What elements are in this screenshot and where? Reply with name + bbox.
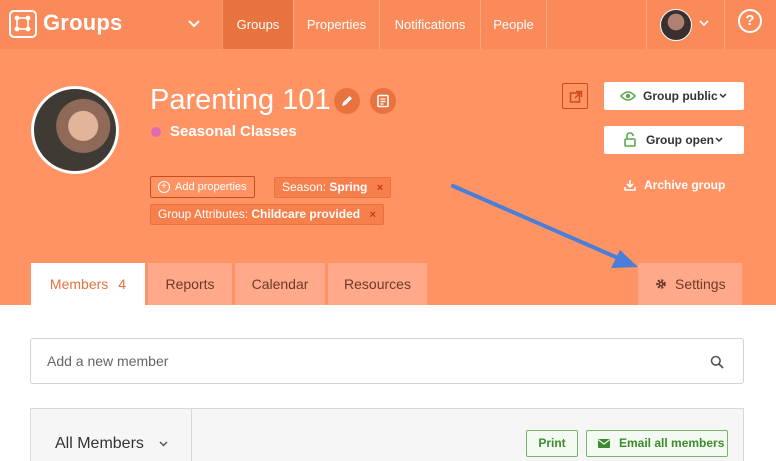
tab-reports[interactable]: Reports bbox=[148, 263, 232, 305]
group-type[interactable]: Seasonal Classes bbox=[170, 123, 297, 140]
tab-members-label: Members bbox=[49, 276, 109, 292]
tag-key: Group Attributes: bbox=[158, 207, 249, 221]
group-open-label: Group open bbox=[646, 133, 714, 147]
chevron-down-icon bbox=[715, 137, 723, 143]
group-public-label: Group public bbox=[643, 89, 718, 103]
tag-value: Childcare provided bbox=[251, 207, 361, 221]
user-avatar[interactable] bbox=[660, 9, 692, 41]
nav-tab-people[interactable]: People bbox=[480, 0, 546, 49]
open-external-button[interactable] bbox=[562, 83, 588, 109]
chevron-down-icon[interactable] bbox=[159, 441, 168, 447]
tab-resources[interactable]: Resources bbox=[328, 263, 427, 305]
campus-color-dot bbox=[151, 127, 161, 137]
groups-logo-icon[interactable] bbox=[9, 10, 37, 38]
property-tag-attributes: Group Attributes: Childcare provided × bbox=[150, 204, 384, 225]
nav-tab-notifications[interactable]: Notifications bbox=[379, 0, 480, 49]
add-properties-label: Add properties bbox=[175, 181, 247, 193]
add-member-search bbox=[30, 338, 744, 384]
help-icon[interactable]: ? bbox=[738, 9, 762, 33]
members-filter-pane: All Members bbox=[31, 409, 192, 461]
tag-key: Season: bbox=[282, 180, 327, 194]
tab-settings[interactable]: Settings bbox=[638, 263, 742, 305]
property-tag-season: Season: Spring × bbox=[274, 177, 392, 198]
note-icon bbox=[377, 94, 389, 108]
chevron-down-icon[interactable] bbox=[698, 17, 710, 29]
app-brand[interactable]: Groups bbox=[43, 10, 122, 36]
archive-group-button[interactable]: Archive group bbox=[624, 178, 725, 192]
members-count-badge: 4 bbox=[118, 276, 127, 292]
envelope-icon bbox=[598, 439, 610, 448]
nav-divider bbox=[646, 0, 647, 49]
tab-members[interactable]: Members 4 bbox=[31, 263, 145, 305]
group-title: Parenting 101 bbox=[150, 84, 331, 116]
remove-tag-icon[interactable]: × bbox=[369, 209, 375, 221]
add-properties-button[interactable]: + Add properties bbox=[150, 176, 255, 198]
chevron-down-icon[interactable] bbox=[186, 16, 202, 32]
unlock-icon bbox=[624, 132, 636, 147]
group-open-dropdown[interactable]: Group open bbox=[604, 126, 744, 154]
plus-circle-icon: + bbox=[158, 181, 170, 193]
nav-tab-properties[interactable]: Properties bbox=[293, 0, 379, 49]
group-public-dropdown[interactable]: Group public bbox=[604, 82, 744, 110]
members-panel: All Members Print Email all members bbox=[30, 408, 744, 461]
add-member-input[interactable] bbox=[47, 351, 687, 371]
external-link-icon bbox=[569, 90, 583, 103]
tab-settings-label: Settings bbox=[675, 276, 726, 292]
pencil-icon bbox=[342, 96, 352, 106]
eye-icon bbox=[620, 91, 636, 101]
notes-button[interactable] bbox=[370, 88, 396, 114]
group-avatar[interactable] bbox=[31, 86, 119, 174]
email-all-members-button[interactable]: Email all members bbox=[586, 430, 728, 457]
remove-tag-icon[interactable]: × bbox=[377, 182, 383, 194]
tag-value: Spring bbox=[329, 180, 368, 194]
archive-icon bbox=[624, 180, 636, 191]
archive-group-label: Archive group bbox=[644, 178, 726, 192]
gear-icon bbox=[656, 279, 666, 289]
members-filter-dropdown[interactable]: All Members bbox=[55, 435, 144, 453]
nav-divider bbox=[724, 0, 725, 49]
top-nav: Groups Groups Properties Notifications P… bbox=[0, 0, 776, 49]
chevron-down-icon bbox=[719, 93, 727, 99]
email-all-members-label: Email all members bbox=[619, 436, 725, 450]
search-icon[interactable] bbox=[710, 355, 724, 369]
nav-divider bbox=[546, 0, 547, 49]
nav-tab-groups[interactable]: Groups bbox=[222, 0, 293, 49]
tab-calendar[interactable]: Calendar bbox=[235, 263, 325, 305]
print-button[interactable]: Print bbox=[526, 430, 578, 457]
edit-button[interactable] bbox=[334, 88, 360, 114]
